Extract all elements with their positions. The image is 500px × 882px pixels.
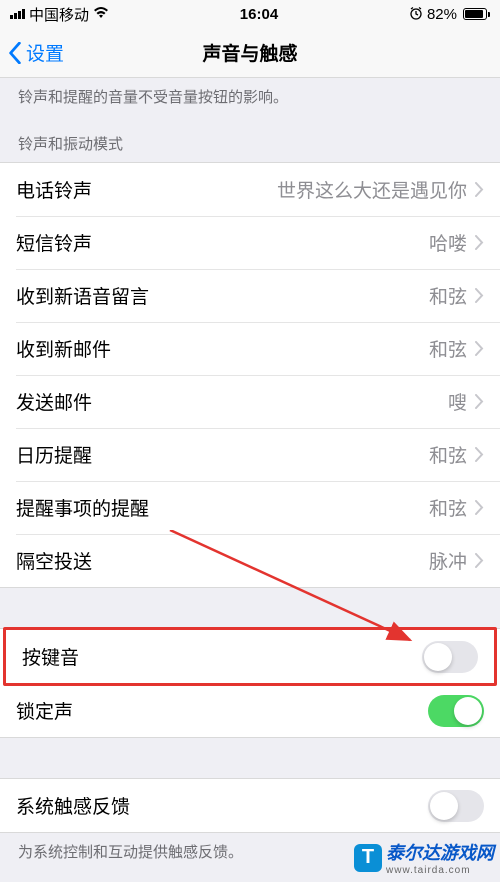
sounds-toggle-list: 按键音 锁定声 xyxy=(0,628,500,738)
row-sent-mail[interactable]: 发送邮件 嗖 xyxy=(0,375,500,428)
watermark: T 泰尔达游戏网 www.tairda.com xyxy=(354,839,494,876)
carrier-label: 中国移动 xyxy=(29,4,89,25)
chevron-right-icon xyxy=(475,235,484,250)
back-label: 设置 xyxy=(26,39,64,66)
row-reminder-alerts[interactable]: 提醒事项的提醒 和弦 xyxy=(0,481,500,534)
back-button[interactable]: 设置 xyxy=(0,39,72,66)
row-calendar-alerts[interactable]: 日历提醒 和弦 xyxy=(0,428,500,481)
row-label: 锁定声 xyxy=(16,697,73,724)
chevron-right-icon xyxy=(475,288,484,303)
battery-percent: 82% xyxy=(427,6,457,23)
row-ringtone[interactable]: 电话铃声 世界这么大还是遇见你 xyxy=(0,163,500,216)
row-system-haptics[interactable]: 系统触感反馈 xyxy=(0,779,500,832)
row-label: 按键音 xyxy=(22,643,79,670)
row-new-mail[interactable]: 收到新邮件 和弦 xyxy=(0,322,500,375)
volume-footer-note: 铃声和提醒的音量不受音量按钮的影响。 xyxy=(0,78,500,115)
row-keyboard-clicks[interactable]: 按键音 xyxy=(6,630,494,683)
row-value: 嗖 xyxy=(448,388,467,415)
status-time: 16:04 xyxy=(240,6,278,23)
row-label: 电话铃声 xyxy=(16,176,92,203)
page-title: 声音与触感 xyxy=(202,39,297,66)
chevron-right-icon xyxy=(475,500,484,515)
alarm-icon xyxy=(409,6,423,23)
row-value: 和弦 xyxy=(429,335,467,362)
row-value: 哈喽 xyxy=(429,229,467,256)
row-value: 世界这么大还是遇见你 xyxy=(277,176,467,203)
row-value: 和弦 xyxy=(429,494,467,521)
row-value: 和弦 xyxy=(429,441,467,468)
lock-sound-toggle[interactable] xyxy=(428,695,484,727)
row-new-voicemail[interactable]: 收到新语音留言 和弦 xyxy=(0,269,500,322)
row-label: 收到新语音留言 xyxy=(16,282,149,309)
row-label: 系统触感反馈 xyxy=(16,792,130,819)
watermark-name: 泰尔达游戏网 xyxy=(386,843,494,863)
haptics-list: 系统触感反馈 xyxy=(0,778,500,833)
nav-bar: 设置 声音与触感 xyxy=(0,28,500,78)
row-label: 收到新邮件 xyxy=(16,335,111,362)
row-label: 日历提醒 xyxy=(16,441,92,468)
row-value: 脉冲 xyxy=(429,547,467,574)
ringtones-list: 电话铃声 世界这么大还是遇见你 短信铃声 哈喽 收到新语音留言 和弦 收到新邮件… xyxy=(0,162,500,588)
wifi-icon xyxy=(93,6,109,22)
row-label: 提醒事项的提醒 xyxy=(16,494,149,521)
watermark-url: www.tairda.com xyxy=(386,865,494,876)
ringtones-section-header: 铃声和振动模式 xyxy=(0,115,500,162)
row-lock-sound[interactable]: 锁定声 xyxy=(0,684,500,737)
annotation-highlight: 按键音 xyxy=(3,627,497,686)
row-value: 和弦 xyxy=(429,282,467,309)
chevron-right-icon xyxy=(475,447,484,462)
chevron-right-icon xyxy=(475,553,484,568)
row-airdrop[interactable]: 隔空投送 脉冲 xyxy=(0,534,500,587)
row-label: 隔空投送 xyxy=(16,547,92,574)
system-haptics-toggle[interactable] xyxy=(428,790,484,822)
chevron-right-icon xyxy=(475,182,484,197)
chevron-right-icon xyxy=(475,394,484,409)
chevron-left-icon xyxy=(8,42,22,64)
row-label: 发送邮件 xyxy=(16,388,92,415)
status-bar: 中国移动 16:04 82% xyxy=(0,0,500,28)
row-text-tone[interactable]: 短信铃声 哈喽 xyxy=(0,216,500,269)
row-label: 短信铃声 xyxy=(16,229,92,256)
chevron-right-icon xyxy=(475,341,484,356)
keyboard-clicks-toggle[interactable] xyxy=(422,641,478,673)
battery-icon xyxy=(461,8,490,20)
watermark-logo-icon: T xyxy=(354,844,382,872)
signal-icon xyxy=(10,9,25,19)
